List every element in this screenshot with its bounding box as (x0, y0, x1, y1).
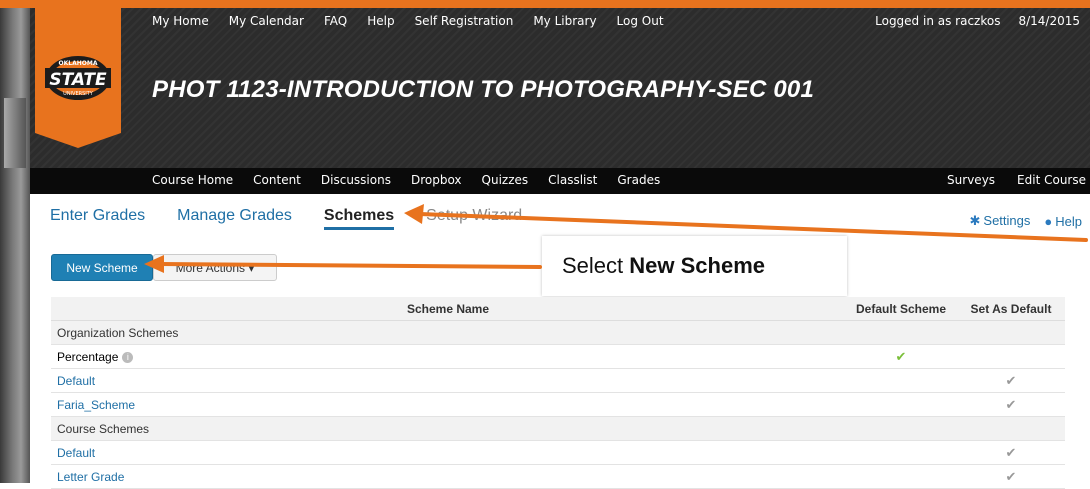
nav-dropbox[interactable]: Dropbox (411, 173, 462, 187)
chevron-down-icon: ▾ (248, 261, 255, 275)
set-default-checkmark-icon[interactable]: ✔ (957, 368, 1065, 393)
more-actions-label: More Actions (175, 261, 245, 275)
default-scheme-cell (845, 440, 957, 465)
nav-edit-course[interactable]: Edit Course (1017, 173, 1086, 187)
table-group-row: Course Schemes (51, 416, 1065, 441)
default-checkmark-icon: ✔ (845, 344, 957, 369)
tab-schemes[interactable]: Schemes (323, 207, 395, 230)
table-header-row: Scheme Name Default Scheme Set As Defaul… (51, 297, 1065, 321)
settings-label: Settings (983, 213, 1031, 228)
logo-line-3: UNIVERSITY (63, 91, 94, 97)
scheme-link-letter-grade[interactable]: Letter Grade (57, 470, 124, 484)
osu-logo-banner[interactable]: OKLAHOMA STATE UNIVERSITY (35, 8, 121, 148)
scheme-name-cell: Faria_Scheme (51, 392, 845, 417)
background-photo-strip (0, 8, 30, 483)
scheme-link-default[interactable]: Default (57, 374, 95, 388)
topnav-self-registration[interactable]: Self Registration (415, 14, 514, 28)
help-icon: ● (1044, 213, 1053, 229)
group-course-schemes: Course Schemes (51, 416, 1065, 441)
settings-link[interactable]: ✱ Settings (970, 213, 1031, 229)
scheme-link-course-default[interactable]: Default (57, 446, 95, 460)
nav-discussions[interactable]: Discussions (321, 173, 391, 187)
set-default-cell (957, 344, 1065, 369)
scheme-name-cell: Default (51, 440, 845, 465)
gear-icon: ✱ (969, 213, 981, 228)
table-group-row: Organization Schemes (51, 320, 1065, 345)
background-photo-detail (4, 98, 26, 168)
nav-course-home[interactable]: Course Home (152, 173, 233, 187)
logo-line-1: OKLAHOMA (59, 60, 98, 67)
help-link[interactable]: ● Help (1044, 214, 1082, 229)
topnav-my-calendar[interactable]: My Calendar (229, 14, 304, 28)
current-date: 8/14/2015 (1018, 14, 1080, 28)
nav-quizzes[interactable]: Quizzes (482, 173, 529, 187)
header-default-scheme: Default Scheme (845, 297, 957, 321)
grades-subtabs: Enter Grades Manage Grades Schemes Setup… (50, 207, 554, 230)
table-row: Default ✔ (51, 368, 1065, 393)
topnav-my-library[interactable]: My Library (533, 14, 596, 28)
nav-content[interactable]: Content (253, 173, 301, 187)
help-label: Help (1055, 213, 1082, 229)
topnav-log-out[interactable]: Log Out (617, 14, 664, 28)
set-default-checkmark-icon[interactable]: ✔ (957, 440, 1065, 465)
logo-line-2: STATE (49, 70, 107, 90)
new-scheme-button[interactable]: New Scheme (51, 254, 153, 281)
topnav-help[interactable]: Help (367, 14, 394, 28)
nav-surveys[interactable]: Surveys (947, 173, 995, 187)
group-organization-schemes: Organization Schemes (51, 320, 1065, 345)
scheme-percentage: Percentage (57, 349, 119, 364)
instruction-callout: Select New Scheme (542, 236, 847, 296)
set-default-checkmark-icon[interactable]: ✔ (957, 464, 1065, 489)
topnav-faq[interactable]: FAQ (324, 14, 347, 28)
default-scheme-cell (845, 464, 957, 489)
table-row: Percentage i ✔ (51, 344, 1065, 369)
topnav-my-home[interactable]: My Home (152, 14, 209, 28)
tab-setup-wizard[interactable]: Setup Wizard (426, 207, 522, 225)
tab-enter-grades[interactable]: Enter Grades (50, 207, 145, 225)
scheme-link-faria[interactable]: Faria_Scheme (57, 398, 135, 412)
logged-in-text: Logged in as raczkos (875, 14, 1001, 28)
callout-prefix: Select (562, 253, 630, 278)
top-orange-line (0, 0, 1090, 8)
header-scheme-name: Scheme Name (51, 297, 845, 321)
course-title[interactable]: PHOT 1123-INTRODUCTION TO PHOTOGRAPHY-SE… (152, 76, 814, 104)
info-icon[interactable]: i (122, 351, 134, 363)
schemes-table: Scheme Name Default Scheme Set As Defaul… (51, 297, 1065, 489)
tab-manage-grades[interactable]: Manage Grades (177, 207, 292, 225)
scheme-name-cell: Letter Grade (51, 464, 845, 489)
course-navbar: Course Home Content Discussions Dropbox … (30, 168, 1090, 194)
nav-classlist[interactable]: Classlist (548, 173, 597, 187)
default-scheme-cell (845, 392, 957, 417)
callout-bold: New Scheme (629, 253, 765, 278)
scheme-name-cell: Percentage i (51, 344, 845, 369)
set-default-checkmark-icon[interactable]: ✔ (957, 392, 1065, 417)
nav-grades[interactable]: Grades (617, 173, 660, 187)
table-row: Faria_Scheme ✔ (51, 392, 1065, 417)
user-info: Logged in as raczkos 8/14/2015 (875, 14, 1080, 28)
header-set-as-default: Set As Default (957, 297, 1065, 321)
table-row: Default ✔ (51, 440, 1065, 465)
table-row: Letter Grade ✔ (51, 464, 1065, 489)
subtab-tools: ✱ Settings ● Help (970, 213, 1083, 229)
default-scheme-cell (845, 368, 957, 393)
more-actions-button[interactable]: More Actions ▾ (153, 254, 277, 281)
scheme-name-cell: Default (51, 368, 845, 393)
top-nav: My Home My Calendar FAQ Help Self Regist… (152, 14, 684, 28)
